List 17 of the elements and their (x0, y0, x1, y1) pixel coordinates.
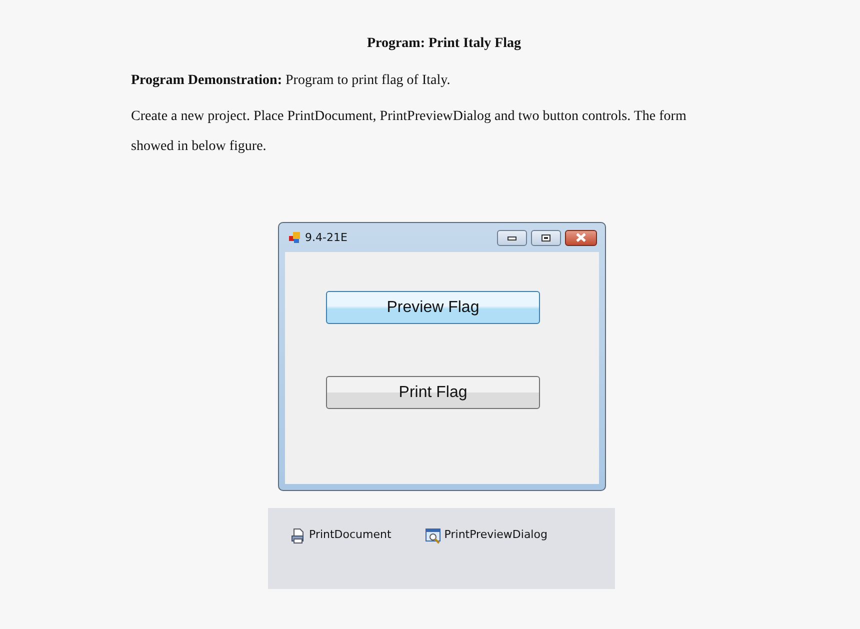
form-button[interactable]: Preview Flag (326, 291, 540, 324)
component-label[interactable]: PrintPreviewDialog (444, 528, 548, 541)
page-heading: Program: Print Italy Flag (366, 36, 522, 52)
maximize-button[interactable] (531, 230, 561, 246)
window-title: 9.4-21E (305, 231, 348, 244)
close-button[interactable] (565, 230, 597, 246)
close-icon (575, 233, 587, 242)
printer-icon (290, 528, 306, 544)
app-icon (289, 232, 301, 244)
minimize-icon (507, 234, 517, 240)
minimize-button[interactable] (497, 230, 527, 246)
paragraph: Create a new project. Place PrintDocument, PrintPreviewDialog and two button controls. The form showed in below figure. (131, 108, 688, 156)
form-button[interactable]: Print Flag (326, 376, 540, 409)
paragraph: Program Demonstration: Program to print flag of Italy. (131, 72, 452, 90)
component-label[interactable]: PrintDocument (309, 528, 392, 541)
preview-icon (425, 528, 442, 544)
maximize-icon (541, 234, 551, 242)
